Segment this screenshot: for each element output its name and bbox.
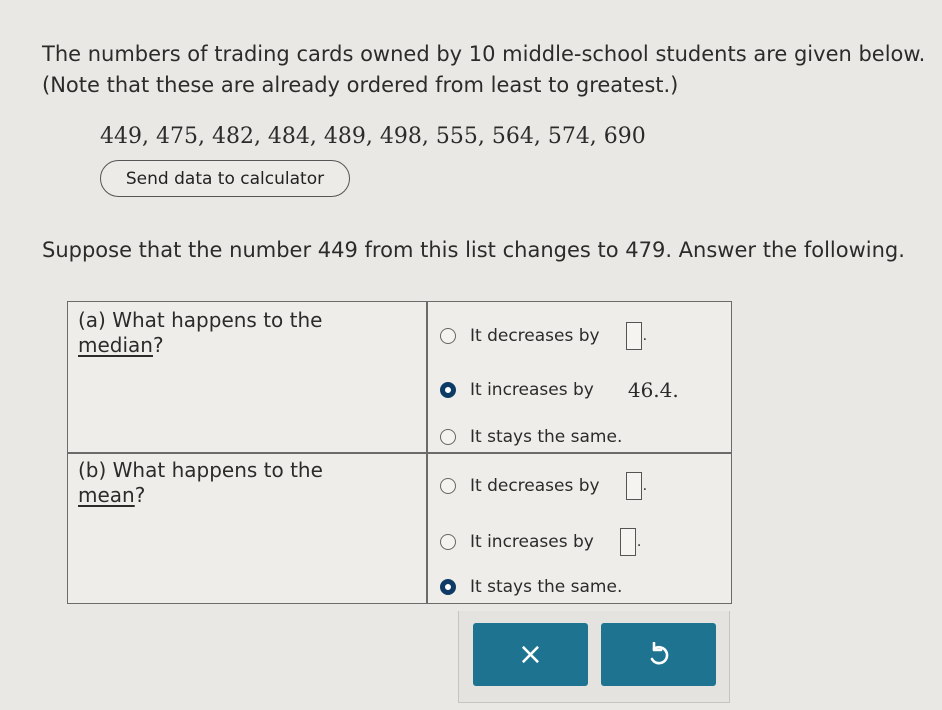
part-a-prefix: (a) What happens to the [78,308,323,332]
radio-b-increases[interactable] [440,534,456,550]
part-a-option-increases[interactable]: It increases by 46.4. [440,378,679,402]
send-data-button[interactable]: Send data to calculator [100,160,350,197]
radio-a-increases[interactable] [440,382,456,398]
median-term-link[interactable]: median [78,333,153,357]
undo-button[interactable] [601,623,716,686]
part-a-suffix: ? [152,333,164,357]
option-label: It decreases by [470,476,600,496]
part-b-question: (b) What happens to the mean? [78,458,378,508]
answer-input-b-increases[interactable] [619,528,636,556]
radio-a-decreases[interactable] [440,328,456,344]
option-label: It increases by [470,532,594,552]
radio-b-same[interactable] [440,579,456,595]
answer-value-a-increases[interactable]: 46.4. [628,378,679,402]
answer-input-b-decreases[interactable] [625,472,642,500]
intro-line-1: The numbers of trading cards owned by 10… [42,42,926,66]
part-b-suffix: ? [134,483,146,507]
action-panel: × [458,611,730,703]
option-label: It increases by [470,380,594,400]
data-list: 449, 475, 482, 484, 489, 498, 555, 564, … [100,124,646,149]
close-icon: × [517,637,544,672]
option-label: It stays the same. [470,577,623,597]
row-divider [68,452,731,454]
clear-button[interactable]: × [473,623,588,686]
part-b-prefix: (b) What happens to the [78,458,323,482]
part-b-option-decreases[interactable]: It decreases by . [440,472,647,500]
mean-term-link[interactable]: mean [78,483,135,507]
column-divider [426,302,428,603]
question-table: (a) What happens to the median? It decre… [67,301,732,604]
undo-icon [650,641,668,664]
part-b-option-increases[interactable]: It increases by . [440,528,641,556]
option-label: It decreases by [470,326,600,346]
option-label: It stays the same. [470,427,623,447]
part-a-option-decreases[interactable]: It decreases by . [440,322,647,350]
part-a-option-same[interactable]: It stays the same. [440,427,622,447]
radio-a-same[interactable] [440,429,456,445]
radio-b-decreases[interactable] [440,478,456,494]
part-a-question: (a) What happens to the median? [78,308,378,358]
question-prompt: Suppose that the number 449 from this li… [42,238,905,262]
answer-input-a-decreases[interactable] [625,322,642,350]
intro-line-2: (Note that these are already ordered fro… [42,73,679,97]
part-b-option-same[interactable]: It stays the same. [440,577,622,597]
